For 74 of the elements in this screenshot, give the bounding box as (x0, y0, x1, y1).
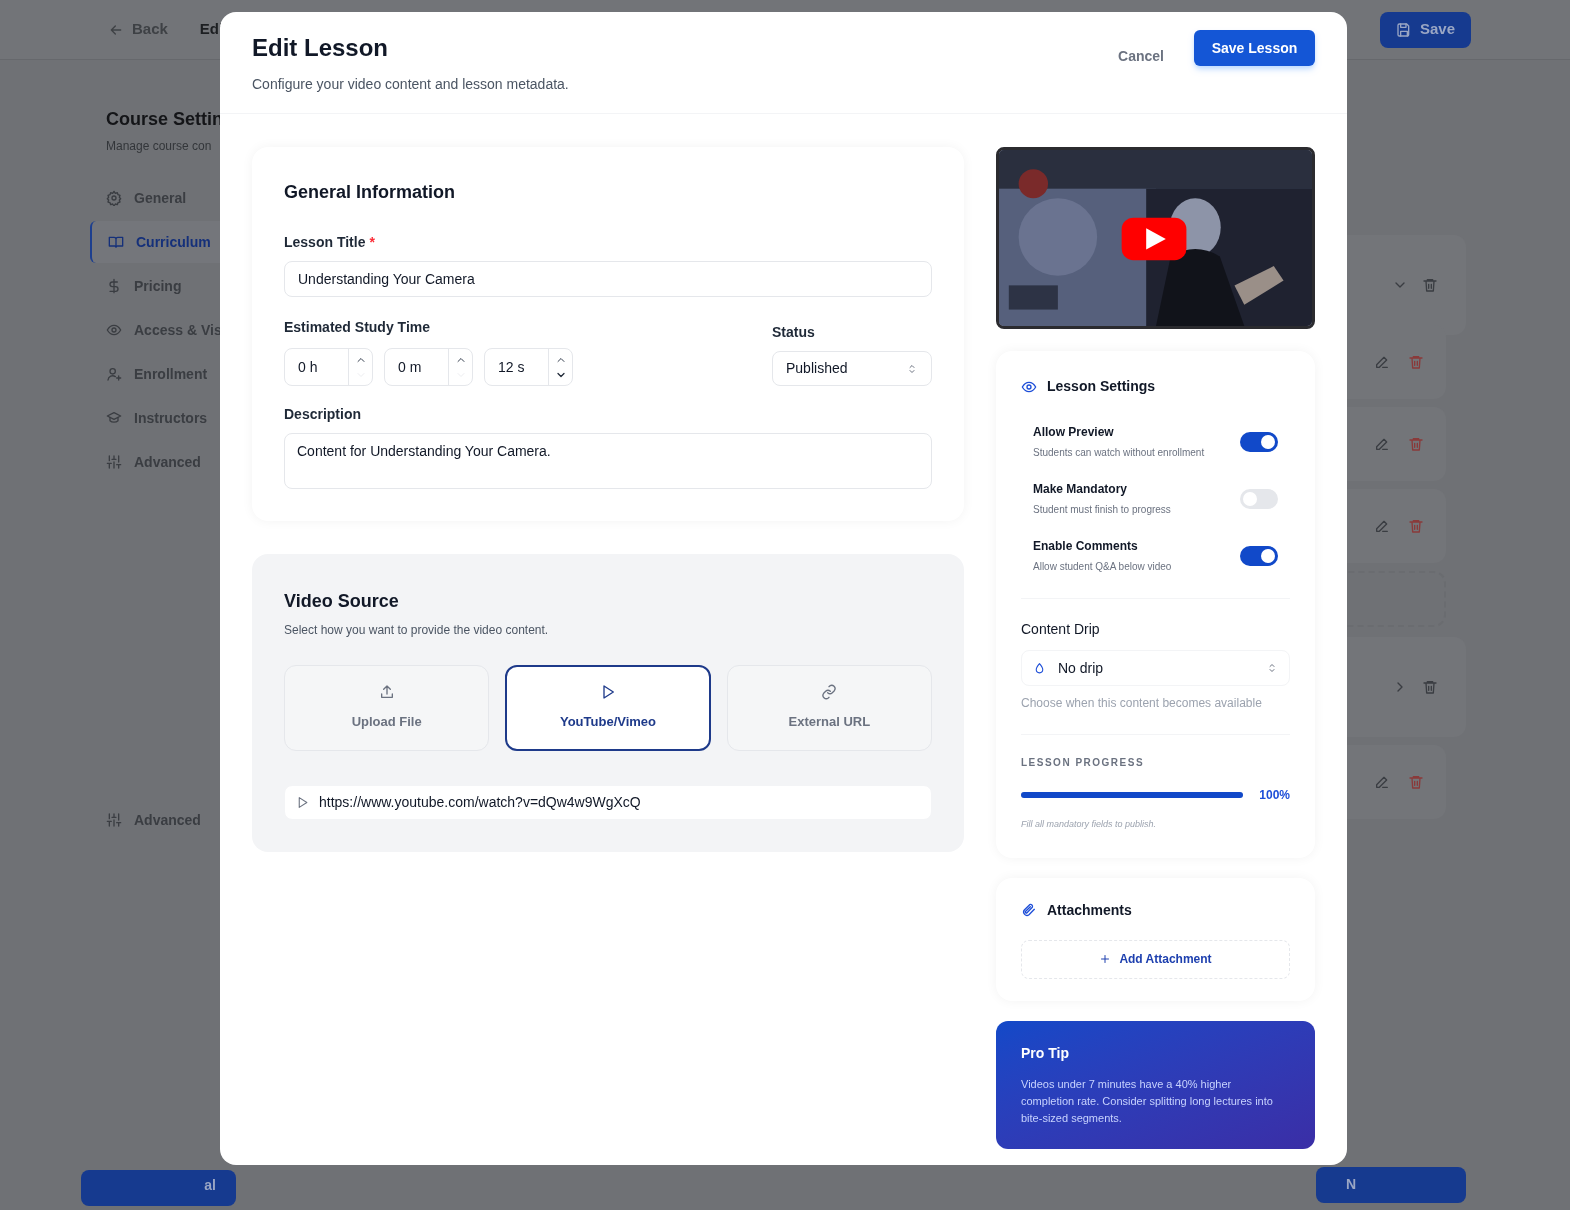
graduation-cap-icon (106, 410, 122, 426)
drop-icon (1033, 661, 1046, 675)
dialog-title: Edit Lesson (252, 33, 390, 63)
sort-icon (906, 362, 918, 375)
sliders-icon (106, 812, 122, 828)
content-drip-select[interactable]: No drip (1021, 650, 1290, 686)
description-field[interactable]: Content for Understanding Your Camera. (284, 433, 932, 489)
field-label: Content Drip (1021, 620, 1101, 639)
setting-label: Enable Comments (1033, 538, 1139, 555)
card-heading: Video Source (284, 590, 400, 613)
trash-icon (1422, 679, 1438, 695)
dialog-subtitle: Configure your video content and lesson metadata. (252, 75, 569, 94)
plus-icon (1099, 953, 1112, 965)
required-mark: * (369, 233, 375, 252)
card-heading: General Information (284, 181, 457, 204)
add-attachment-button[interactable]: Add Attachment (1021, 939, 1290, 979)
status-select[interactable]: Published (772, 351, 932, 386)
card-heading: Attachments (1047, 900, 1132, 920)
setting-label: Allow Preview (1033, 424, 1115, 441)
progress-value: 100% (1259, 787, 1290, 804)
section-subheading: Manage course con (105, 138, 213, 155)
toggle-switch[interactable] (1240, 431, 1278, 452)
edit-icon (1374, 518, 1390, 534)
paperclip-icon (1021, 902, 1037, 918)
source-option[interactable]: YouTube/Vimeo (505, 665, 711, 751)
video-url-field[interactable]: https://www.youtube.com/watch?v=dQw4w9WgXcQ (284, 785, 932, 820)
field-hint: Choose when this content becomes available (1021, 694, 1290, 735)
progress-note: Fill all mandatory fields to publish. (1021, 818, 1158, 831)
sliders-icon (106, 454, 122, 470)
user-plus-icon (106, 366, 122, 382)
tip-title: Pro Tip (1021, 1043, 1070, 1063)
field-label: Lesson Title (284, 233, 366, 252)
source-option[interactable]: Upload File (284, 665, 490, 751)
field-label: Description (284, 405, 362, 424)
sort-icon (1266, 662, 1278, 674)
play-icon (600, 684, 616, 701)
gear-icon (106, 190, 122, 206)
card-heading: Lesson Settings (1047, 377, 1156, 396)
setting-hint: Students can watch without enrollment (1033, 446, 1205, 460)
trash-icon (1408, 436, 1424, 452)
eye-icon (106, 322, 122, 338)
trash-icon (1408, 774, 1424, 790)
trash-icon (1408, 354, 1424, 370)
field-label: Status (772, 323, 816, 342)
setting-label: Make Mandatory (1033, 481, 1129, 498)
lesson-title-field[interactable]: Understanding Your Camera (284, 261, 932, 297)
save-lesson-button[interactable]: Save Lesson (1194, 30, 1315, 66)
edit-icon (1374, 354, 1390, 370)
next-button[interactable]: N (1316, 1167, 1466, 1203)
toggle-switch[interactable] (1240, 545, 1278, 566)
save-button[interactable]: Save (1380, 11, 1471, 48)
link-icon (821, 684, 838, 701)
footer-button[interactable]: al (81, 1170, 236, 1206)
upload-icon (378, 684, 395, 701)
toggle-switch[interactable] (1240, 488, 1278, 509)
play-icon (296, 796, 309, 809)
field-label: Estimated Study Time (284, 318, 431, 337)
setting-hint: Allow student Q&A below video (1033, 560, 1172, 574)
edit-icon (1374, 774, 1390, 790)
progress-label: LESSON PROGRESS (1021, 756, 1146, 770)
book-icon (108, 234, 124, 250)
trash-icon (1408, 518, 1424, 534)
duration-field[interactable]: 12 s (484, 348, 573, 386)
cancel-button[interactable]: Cancel (1102, 38, 1180, 74)
card-hint: Select how you want to provide the video content. (284, 622, 550, 639)
source-option[interactable]: External URL (726, 665, 932, 751)
save-icon (1395, 21, 1412, 38)
dollar-icon (106, 278, 122, 294)
edit-icon (1374, 436, 1390, 452)
trash-icon (1422, 277, 1438, 293)
duration-field[interactable]: 0 h (284, 348, 373, 386)
setting-hint: Student must finish to progress (1033, 503, 1171, 517)
duration-field[interactable]: 0 m (384, 348, 473, 386)
tip-text: Videos under 7 minutes have a 40% higher completion rate. Consider splitting long lectures into bite-sized segments. (1021, 1076, 1274, 1126)
